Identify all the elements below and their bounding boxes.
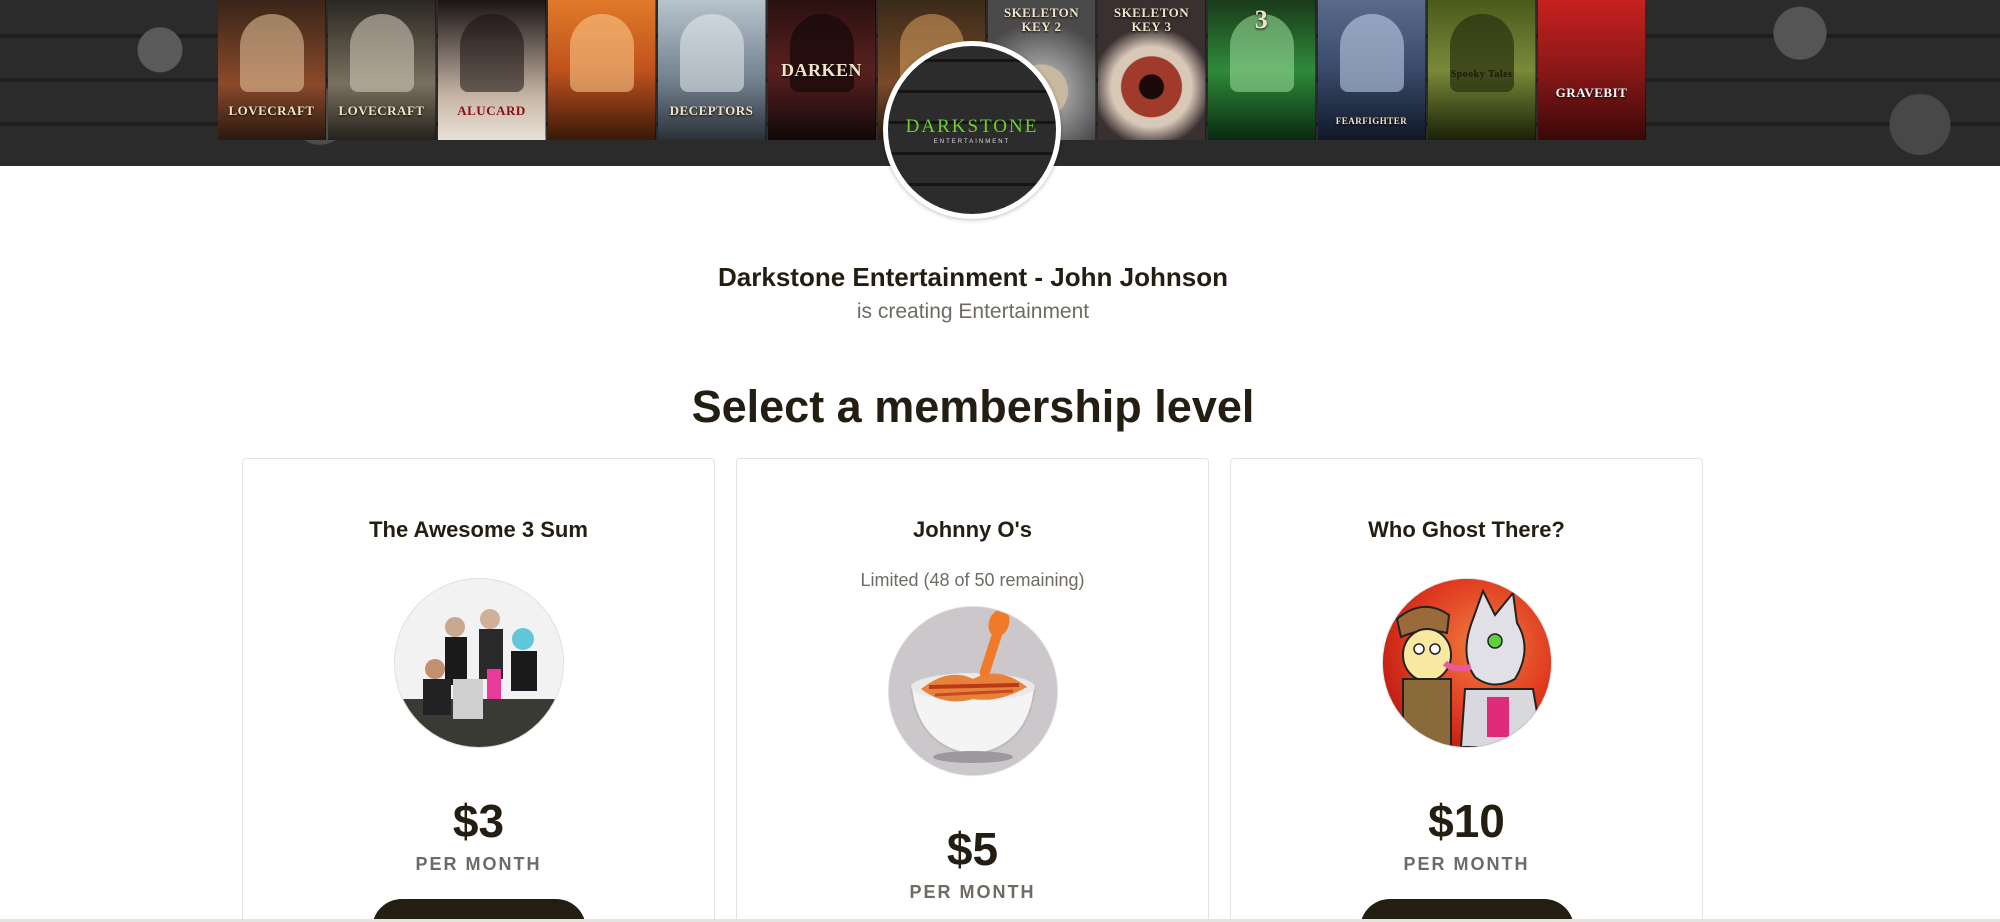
cartoon-characters-image	[1383, 579, 1551, 747]
tier-card-awesome-3-sum[interactable]: The Awesome 3 Sum $3 PER MONTH	[242, 458, 715, 922]
poster: LOVECRAFT	[328, 0, 436, 140]
page-title: Select a membership level	[691, 381, 1255, 432]
group-photo-image	[395, 579, 563, 747]
poster-title: LOVECRAFT	[338, 103, 425, 119]
poster-title: SKELETON KEY 2	[1003, 5, 1080, 34]
tier-name: Johnny O's	[913, 517, 1032, 542]
poster-title: FEARFIGHTER	[1335, 115, 1408, 126]
poster: DECEPTORS	[658, 0, 766, 140]
poster-title: DARKEN	[780, 60, 862, 81]
tier-name: Who Ghost There?	[1368, 517, 1565, 542]
creator-avatar[interactable]: DARKSTONE ENTERTAINMENT	[883, 41, 1061, 219]
tier-period: PER MONTH	[1403, 854, 1530, 874]
tier-card-who-ghost-there[interactable]: Who Ghost There? $10 PER MONTH	[1230, 458, 1703, 922]
tier-limit: Limited (48 of 50 remaining)	[860, 570, 1085, 590]
food-bowl-image	[889, 607, 1057, 775]
tier-period: PER MONTH	[909, 882, 1036, 902]
poster	[548, 0, 656, 140]
darkstone-logo: DARKSTONE ENTERTAINMENT	[888, 46, 1056, 214]
tier-price: $5	[946, 823, 999, 875]
poster: SKELETON KEY 3	[1098, 0, 1206, 140]
poster-title: LOVECRAFT	[228, 103, 315, 119]
logo-title: DARKSTONE	[905, 116, 1039, 137]
poster: DARKEN	[768, 0, 876, 140]
tier-name: The Awesome 3 Sum	[369, 517, 588, 542]
poster: 3	[1208, 0, 1316, 140]
tier-card-johnny-os[interactable]: Johnny O's Limited (48 of 50 remaining) …	[736, 458, 1209, 922]
poster: GRAVEBIT	[1538, 0, 1646, 140]
tier-price: $10	[1428, 795, 1505, 847]
creator-subtitle: is creating Entertainment	[856, 300, 1090, 323]
poster: ALUCARD	[438, 0, 546, 140]
tier-list: The Awesome 3 Sum $3 PER MONTH Johnny O'…	[242, 458, 1703, 922]
poster-title: SKELETON KEY 3	[1113, 5, 1190, 34]
poster-title: 3	[1254, 5, 1269, 34]
poster: Spooky Tales	[1428, 0, 1536, 140]
creator-name: Darkstone Entertainment - John Johnson	[718, 262, 1228, 292]
logo-subtitle: ENTERTAINMENT	[933, 139, 1011, 145]
page: LOVECRAFT LOVECRAFT ALUCARD DECEPTORS DA…	[0, 0, 2000, 922]
poster-title: GRAVEBIT	[1555, 85, 1628, 101]
tier-period: PER MONTH	[415, 854, 542, 874]
poster: FEARFIGHTER	[1318, 0, 1426, 140]
poster: LOVECRAFT	[218, 0, 326, 140]
poster-title: DECEPTORS	[669, 103, 754, 119]
tier-price: $3	[452, 795, 505, 847]
poster-title: ALUCARD	[457, 103, 526, 119]
poster-title: Spooky Tales	[1450, 68, 1513, 80]
